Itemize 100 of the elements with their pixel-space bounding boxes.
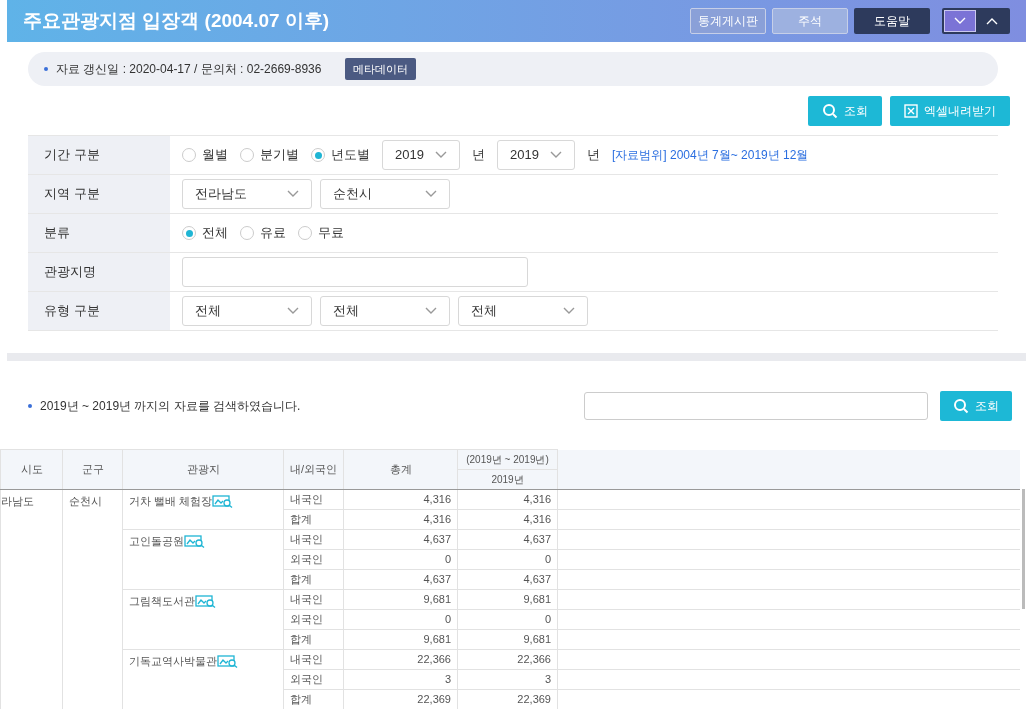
filter-label: 유형 구분 bbox=[28, 292, 170, 330]
radio-label: 월별 bbox=[202, 146, 228, 165]
update-info: 자료 갱신일 : 2020-04-17 / 문의처 : 02-2669-8936 bbox=[56, 61, 322, 78]
chevron-down-icon bbox=[425, 307, 437, 315]
table-cell: 라남도 bbox=[0, 489, 63, 709]
tourist-spot-name: 거차 뻘배 체험장 bbox=[129, 494, 213, 509]
data-range-note: [자료범위] 2004년 7월~ 2019년 12월 bbox=[612, 147, 809, 164]
table-cell: 22,366 bbox=[457, 649, 558, 670]
table-cell: 22,366 bbox=[343, 649, 458, 670]
chevron-down-icon bbox=[954, 17, 966, 25]
radio-option[interactable]: 월별 bbox=[182, 145, 228, 165]
table-cell: 0 bbox=[457, 609, 558, 630]
table-cell: 4,316 bbox=[343, 509, 458, 530]
radio-button[interactable] bbox=[182, 148, 196, 162]
radio-button[interactable] bbox=[182, 226, 196, 240]
header-button[interactable]: 도움말 bbox=[854, 8, 930, 34]
chevron-down-icon bbox=[287, 307, 299, 315]
chevron-down-icon bbox=[550, 151, 562, 159]
table-cell: 외국인 bbox=[283, 609, 344, 630]
table-cell: 3 bbox=[457, 669, 558, 690]
dropdown[interactable]: 2019 bbox=[382, 140, 460, 170]
filter-label: 분류 bbox=[28, 214, 170, 252]
chevron-down-icon bbox=[425, 190, 437, 198]
image-search-icon[interactable] bbox=[184, 534, 206, 548]
radio-option[interactable]: 분기별 bbox=[240, 145, 299, 165]
radio-label: 전체 bbox=[202, 224, 228, 243]
image-search-icon[interactable] bbox=[195, 594, 217, 608]
column-header: 총계 bbox=[343, 449, 458, 490]
tourist-spot-name: 기독교역사박물관 bbox=[129, 654, 217, 669]
radio-label: 년도별 bbox=[331, 146, 370, 165]
column-header: 2019년 bbox=[457, 469, 558, 490]
column-header: (2019년 ~ 2019년) bbox=[457, 449, 558, 470]
table-cell: 합계 bbox=[283, 569, 344, 590]
table-cell: 9,681 bbox=[343, 629, 458, 650]
table-cell: 내국인 bbox=[283, 529, 344, 550]
chevron-down-icon bbox=[563, 307, 575, 315]
table-cell: 0 bbox=[343, 609, 458, 630]
table-cell: 4,316 bbox=[457, 509, 558, 530]
tourist-spot-name: 고인돌공원 bbox=[129, 534, 184, 549]
radio-option[interactable]: 유료 bbox=[240, 223, 286, 243]
chevron-down-icon bbox=[287, 190, 299, 198]
table-cell: 9,681 bbox=[457, 629, 558, 650]
radio-button[interactable] bbox=[298, 226, 312, 240]
table-cell: 0 bbox=[457, 549, 558, 570]
metadata-badge[interactable]: 메타데이터 bbox=[345, 57, 417, 81]
dropdown[interactable]: 전체 bbox=[182, 296, 312, 326]
radio-label: 무료 bbox=[318, 224, 344, 243]
dropdown[interactable]: 2019 bbox=[497, 140, 575, 170]
expand-button[interactable] bbox=[944, 10, 976, 32]
result-summary: 2019년 ~ 2019년 까지의 자료를 검색하였습니다. bbox=[40, 398, 301, 415]
table-cell: 4,316 bbox=[457, 489, 558, 510]
table-cell: 4,637 bbox=[457, 569, 558, 590]
unit-label: 년 bbox=[587, 146, 600, 165]
column-header: 시도 bbox=[0, 449, 63, 490]
search-icon bbox=[822, 103, 838, 119]
table-cell: 내국인 bbox=[283, 649, 344, 670]
column-header: 내/외국인 bbox=[283, 449, 344, 490]
table-cell: 내국인 bbox=[283, 489, 344, 510]
table-cell: 9,681 bbox=[457, 589, 558, 610]
radio-button[interactable] bbox=[240, 148, 254, 162]
radio-button[interactable] bbox=[240, 226, 254, 240]
filter-label: 기간 구분 bbox=[28, 136, 170, 174]
table-cell: 합계 bbox=[283, 629, 344, 650]
dropdown[interactable]: 전체 bbox=[458, 296, 588, 326]
unit-label: 년 bbox=[472, 146, 485, 165]
filter-label: 지역 구분 bbox=[28, 175, 170, 213]
table-cell: 3 bbox=[343, 669, 458, 690]
chevron-up-icon bbox=[986, 17, 998, 25]
dropdown[interactable]: 전라남도 bbox=[182, 179, 312, 209]
radio-button[interactable] bbox=[311, 148, 325, 162]
search-field[interactable] bbox=[584, 392, 928, 420]
table-cell: 4,637 bbox=[457, 529, 558, 550]
radio-option[interactable]: 전체 bbox=[182, 223, 228, 243]
table-cell: 외국인 bbox=[283, 549, 344, 570]
column-header: 군구 bbox=[62, 449, 123, 490]
table-cell: 내국인 bbox=[283, 589, 344, 610]
table-cell: 9,681 bbox=[343, 589, 458, 610]
dropdown[interactable]: 전체 bbox=[320, 296, 450, 326]
input-field[interactable] bbox=[182, 257, 528, 287]
table-cell: 0 bbox=[343, 549, 458, 570]
page-title: 주요관광지점 입장객 (2004.07 이후) bbox=[23, 8, 330, 33]
chevron-down-icon bbox=[435, 151, 447, 159]
table-cell: 4,637 bbox=[343, 529, 458, 550]
table-cell: 합계 bbox=[283, 509, 344, 530]
search-icon bbox=[953, 398, 969, 414]
radio-label: 유료 bbox=[260, 224, 286, 243]
table-cell: 외국인 bbox=[283, 669, 344, 690]
column-header: 관광지 bbox=[122, 449, 284, 490]
table-cell: 4,316 bbox=[343, 489, 458, 510]
image-search-icon[interactable] bbox=[212, 494, 235, 508]
image-search-icon[interactable] bbox=[217, 654, 239, 668]
table-cell: 4,637 bbox=[343, 569, 458, 590]
radio-option[interactable]: 무료 bbox=[298, 223, 344, 243]
radio-option[interactable]: 년도별 bbox=[311, 145, 370, 165]
radio-label: 분기별 bbox=[260, 146, 299, 165]
spreadsheet-icon bbox=[904, 104, 918, 118]
scrollbar[interactable] bbox=[1022, 489, 1025, 609]
filter-label: 관광지명 bbox=[28, 253, 170, 291]
dropdown[interactable]: 순천시 bbox=[320, 179, 450, 209]
tourist-spot-name: 그림책도서관 bbox=[129, 594, 195, 609]
